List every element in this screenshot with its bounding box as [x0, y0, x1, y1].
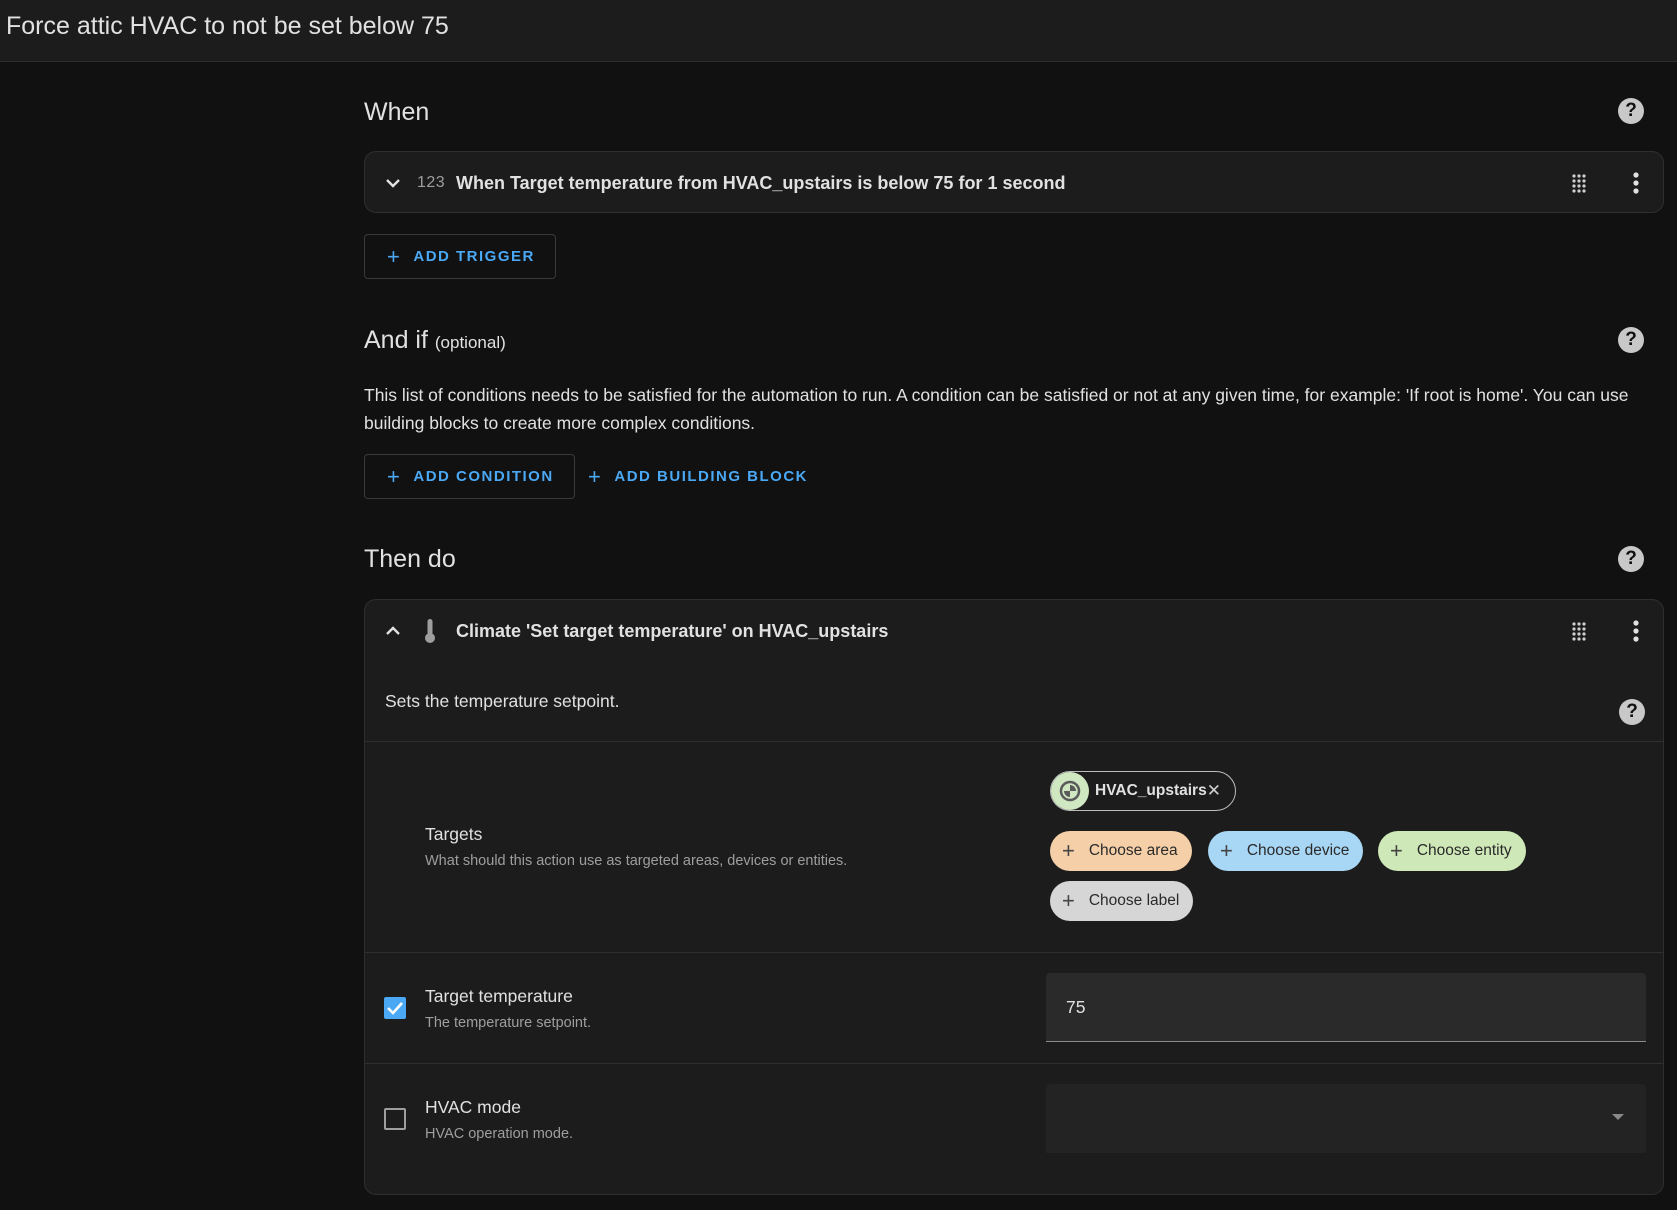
optional-label: (optional) [434, 333, 506, 352]
divider [365, 952, 1663, 953]
dots-vertical-icon[interactable] [1633, 172, 1639, 194]
help-icon[interactable]: ? [1618, 98, 1644, 124]
chevron-up-icon[interactable] [383, 621, 403, 641]
help-icon[interactable]: ? [1619, 699, 1645, 725]
when-heading: When [364, 98, 430, 126]
conditions-description: This list of conditions needs to be sati… [364, 385, 1629, 433]
target-temperature-value: 75 [1066, 997, 1086, 1017]
plus-icon: + [588, 463, 603, 489]
plus-icon: + [1220, 838, 1233, 863]
plus-icon: + [1062, 838, 1075, 863]
choose-entity-chip[interactable]: + Choose entity [1378, 831, 1526, 871]
hvac-mode-select[interactable] [1046, 1084, 1646, 1153]
target-temperature-checkbox[interactable] [384, 997, 406, 1019]
action-label: Climate 'Set target temperature' on HVAC… [456, 620, 889, 641]
and-if-heading: And if (optional) [364, 326, 506, 355]
trigger-label: When Target temperature from HVAC_upstai… [456, 172, 1066, 193]
check-icon [387, 1002, 403, 1015]
and-if-title: And if [364, 326, 428, 354]
drag-handle-icon[interactable] [1571, 621, 1587, 641]
help-icon[interactable]: ? [1618, 327, 1644, 353]
hvac-mode-label: HVAC mode [425, 1097, 521, 1117]
choose-device-chip[interactable]: + Choose device [1208, 831, 1364, 871]
close-icon[interactable]: ✕ [1207, 781, 1221, 801]
choose-device-label: Choose device [1246, 842, 1350, 859]
choose-entity-label: Choose entity [1416, 842, 1512, 859]
action-card: Climate 'Set target temperature' on HVAC… [364, 599, 1664, 1195]
chevron-down-icon[interactable] [383, 173, 403, 193]
add-building-block-button[interactable]: + ADD BUILDING BLOCK [588, 454, 808, 499]
plus-icon: + [1390, 838, 1403, 863]
dots-vertical-icon[interactable] [1633, 620, 1639, 642]
add-condition-label: ADD CONDITION [413, 468, 554, 485]
numeric-icon: 123 [417, 174, 446, 191]
targets-label: Targets [425, 824, 483, 844]
choose-label-chip[interactable]: + Choose label [1050, 881, 1194, 921]
entity-chip-label: HVAC_upstairs [1095, 782, 1207, 799]
target-temperature-label: Target temperature [425, 986, 573, 1006]
add-trigger-label: ADD TRIGGER [413, 248, 535, 265]
trigger-row[interactable]: 123 When Target temperature from HVAC_up… [365, 152, 1663, 214]
drag-handle-icon[interactable] [1571, 173, 1587, 193]
plus-icon: + [387, 463, 402, 489]
add-trigger-button[interactable]: + ADD TRIGGER [364, 234, 556, 279]
hvac-mode-checkbox[interactable] [384, 1108, 406, 1130]
help-icon[interactable]: ? [1618, 546, 1644, 572]
hvac-icon [1051, 772, 1089, 810]
target-temperature-input[interactable]: 75 [1046, 973, 1646, 1042]
divider [365, 741, 1663, 742]
plus-icon: + [387, 243, 402, 269]
page-title: Force attic HVAC to not be set below 75 [6, 12, 449, 40]
trigger-card[interactable]: 123 When Target temperature from HVAC_up… [364, 151, 1664, 213]
targets-help: What should this action use as targeted … [425, 853, 848, 869]
add-condition-button[interactable]: + ADD CONDITION [364, 454, 575, 499]
add-building-block-label: ADD BUILDING BLOCK [614, 468, 809, 485]
choose-area-chip[interactable]: + Choose area [1050, 831, 1192, 871]
thermometer-icon [425, 619, 435, 643]
divider [365, 1063, 1663, 1064]
action-row[interactable]: Climate 'Set target temperature' on HVAC… [365, 600, 1663, 662]
top-bar: Force attic HVAC to not be set below 75 [0, 0, 1677, 62]
entity-chip[interactable]: HVAC_upstairs ✕ [1050, 771, 1236, 811]
target-temperature-help: The temperature setpoint. [425, 1015, 592, 1031]
menu-down-icon [1612, 1114, 1624, 1120]
hvac-mode-help: HVAC operation mode. [425, 1126, 574, 1142]
choose-area-label: Choose area [1088, 842, 1178, 859]
choose-label-label: Choose label [1088, 892, 1180, 909]
then-do-heading: Then do [364, 545, 456, 573]
plus-icon: + [1062, 888, 1075, 913]
action-description: Sets the temperature setpoint. [385, 691, 620, 711]
